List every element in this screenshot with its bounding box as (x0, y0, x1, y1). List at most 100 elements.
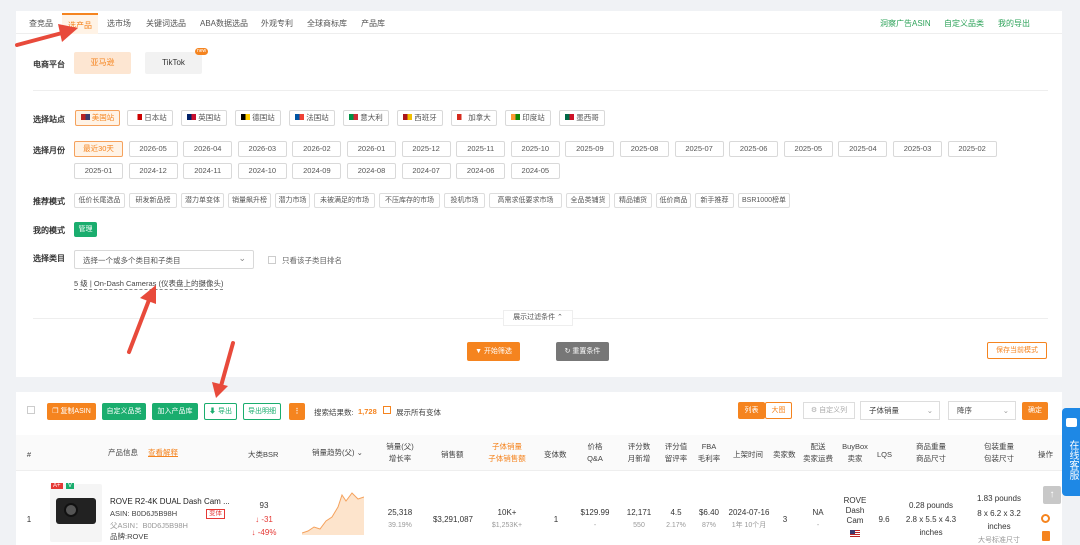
month-9[interactable]: 2025-09 (565, 141, 615, 157)
col-sellers[interactable]: 卖家数 (773, 449, 796, 461)
tab-competitor[interactable]: 查竞品 (29, 18, 53, 29)
selected-category[interactable]: 5 级 | On-Dash Cameras (仪表盘上的摄像头) (74, 278, 224, 290)
month-r2-1[interactable]: 2024-12 (128, 163, 178, 179)
month-r2-5[interactable]: 2024-08 (347, 163, 396, 179)
site-7[interactable]: 加拿大 (451, 110, 497, 126)
confirm-button[interactable]: 确定 (1022, 402, 1048, 420)
col-explain[interactable]: 查看解释 (148, 447, 178, 459)
site-0[interactable]: 美国站 (75, 110, 120, 126)
site-1[interactable]: 日本站 (127, 110, 173, 126)
month-8[interactable]: 2025-10 (510, 141, 560, 157)
month-11[interactable]: 2025-07 (674, 141, 724, 157)
recommend-4[interactable]: 潜力市场 (275, 193, 310, 208)
site-2[interactable]: 英国站 (181, 110, 227, 126)
month-14[interactable]: 2025-04 (838, 141, 888, 157)
category-select[interactable]: 选择一个或多个类目和子类目 ⌄ (74, 250, 254, 269)
col-fba[interactable]: FBA 毛利率 (697, 441, 721, 465)
month-7[interactable]: 2025-11 (456, 141, 506, 157)
more-button[interactable]: ⋮ (289, 403, 305, 420)
recommend-13[interactable]: BSR1000榜单 (738, 193, 790, 208)
start-filter-button[interactable]: ▼ 开始筛选 (467, 342, 520, 361)
month-1[interactable]: 2026-05 (128, 141, 178, 157)
col-lqs[interactable]: LQS (877, 449, 892, 461)
recommend-3[interactable]: 销量飙升榜 (228, 193, 271, 208)
product-title[interactable]: ROVE R2-4K DUAL Dash Cam ... (110, 497, 230, 506)
recommend-6[interactable]: 不压库存的市场 (379, 193, 440, 208)
manage-button[interactable]: 管理 (74, 222, 97, 237)
sellers-value[interactable]: 3 (778, 514, 792, 526)
site-4[interactable]: 法国站 (289, 110, 335, 126)
product-asin[interactable]: ASIN: B0D6J5B98H (110, 509, 177, 518)
export-detail-button[interactable]: 导出明细 (243, 403, 281, 420)
site-3[interactable]: 德国站 (235, 110, 281, 126)
col-ratings[interactable]: 评分数 月新增 (624, 441, 654, 465)
month-6[interactable]: 2025-12 (401, 141, 451, 157)
recommend-12[interactable]: 新手推荐 (695, 193, 734, 208)
copy-asin-button[interactable]: ❐ 复制ASIN (47, 403, 96, 420)
month-4[interactable]: 2026-02 (292, 141, 342, 157)
tab-trademark[interactable]: 全球商标库 (307, 18, 347, 29)
month-r2-7[interactable]: 2024-06 (456, 163, 506, 179)
col-trend[interactable]: 销量趋势(父) ⌄ (312, 447, 363, 459)
recommend-1[interactable]: 研发新品榜 (129, 193, 177, 208)
month-2[interactable]: 2026-04 (183, 141, 233, 157)
only-sub-checkbox[interactable] (268, 256, 276, 264)
view-grid-button[interactable]: 大图 (765, 402, 792, 419)
custom-category-button[interactable]: 自定义品类 (102, 403, 146, 420)
view-list-button[interactable]: 列表 (738, 402, 765, 419)
site-6[interactable]: 西班牙 (397, 110, 443, 126)
sales-trend-chart[interactable] (302, 487, 364, 535)
select-all-checkbox[interactable] (27, 406, 35, 414)
month-16[interactable]: 2025-02 (947, 141, 997, 157)
recommend-7[interactable]: 投机市场 (444, 193, 485, 208)
month-3[interactable]: 2026-03 (237, 141, 287, 157)
show-variants-checkbox[interactable] (383, 406, 391, 414)
col-launch[interactable]: 上架时间 (733, 449, 763, 461)
product-image[interactable] (50, 484, 102, 542)
month-r2-0[interactable]: 2025-01 (74, 163, 123, 179)
link-custom-category[interactable]: 自定义品类 (944, 18, 984, 29)
track-icon[interactable] (1041, 514, 1050, 523)
col-weight[interactable]: 商品重量 商品尺寸 (909, 441, 953, 465)
recommend-8[interactable]: 高需求低要求市场 (489, 193, 562, 208)
product-brand[interactable]: 品牌:ROVE (110, 531, 148, 542)
recommend-0[interactable]: 低价长尾选品 (74, 193, 125, 208)
month-r2-3[interactable]: 2024-10 (237, 163, 287, 179)
platform-tiktok[interactable]: TikTok (145, 52, 202, 74)
col-revenue[interactable]: 销售额 (441, 449, 464, 461)
month-r2-2[interactable]: 2024-11 (183, 163, 233, 179)
buybox-value[interactable]: ROVE Dash Cam (840, 496, 870, 526)
link-my-export[interactable]: 我的导出 (998, 18, 1030, 29)
recommend-5[interactable]: 未被满足的市场 (314, 193, 375, 208)
filter-toggle[interactable]: 展示过滤条件 ⌃ (503, 310, 573, 326)
col-sales[interactable]: 销量(父) 增长率 (382, 441, 418, 465)
custom-column-button[interactable]: ⚙ 自定义列 (803, 402, 855, 419)
tab-aba[interactable]: ABA数据选品 (200, 18, 248, 29)
tab-keyword[interactable]: 关键词选品 (146, 18, 186, 29)
add-library-button[interactable]: 加入产品库 (152, 403, 198, 420)
site-9[interactable]: 墨西哥 (559, 110, 605, 126)
col-price[interactable]: 价格 Q&A (580, 441, 610, 465)
tab-product-lib[interactable]: 产品库 (361, 18, 385, 29)
month-r2-6[interactable]: 2024-07 (401, 163, 451, 179)
recommend-11[interactable]: 低价商品 (656, 193, 691, 208)
col-score[interactable]: 评分值 留评率 (662, 441, 690, 465)
sort-field-select[interactable]: 子体销量 ⌄ (860, 401, 940, 420)
sort-order-select[interactable]: 降序 ⌄ (948, 401, 1016, 420)
site-5[interactable]: 意大利 (343, 110, 389, 126)
site-8[interactable]: 印度站 (505, 110, 551, 126)
month-r2-8[interactable]: 2024-05 (510, 163, 560, 179)
month-10[interactable]: 2025-08 (620, 141, 669, 157)
platform-amazon[interactable]: 亚马逊 (74, 52, 131, 74)
export-button[interactable]: ⬇ 导出 (204, 403, 237, 420)
recommend-2[interactable]: 潜力单变体 (181, 193, 224, 208)
scroll-top-icon[interactable]: ↑ (1043, 486, 1061, 504)
save-mode-button[interactable]: 保存当前模式 (987, 342, 1047, 359)
col-variants[interactable]: 变体数 (544, 449, 567, 461)
doc-icon[interactable] (1042, 531, 1050, 541)
online-chat-tab[interactable]: 在线客服 (1062, 408, 1080, 496)
month-5[interactable]: 2026-01 (347, 141, 396, 157)
month-15[interactable]: 2025-03 (893, 141, 942, 157)
col-pkg[interactable]: 包装重量 包装尺寸 (977, 441, 1021, 465)
recommend-9[interactable]: 全品类铺货 (566, 193, 610, 208)
